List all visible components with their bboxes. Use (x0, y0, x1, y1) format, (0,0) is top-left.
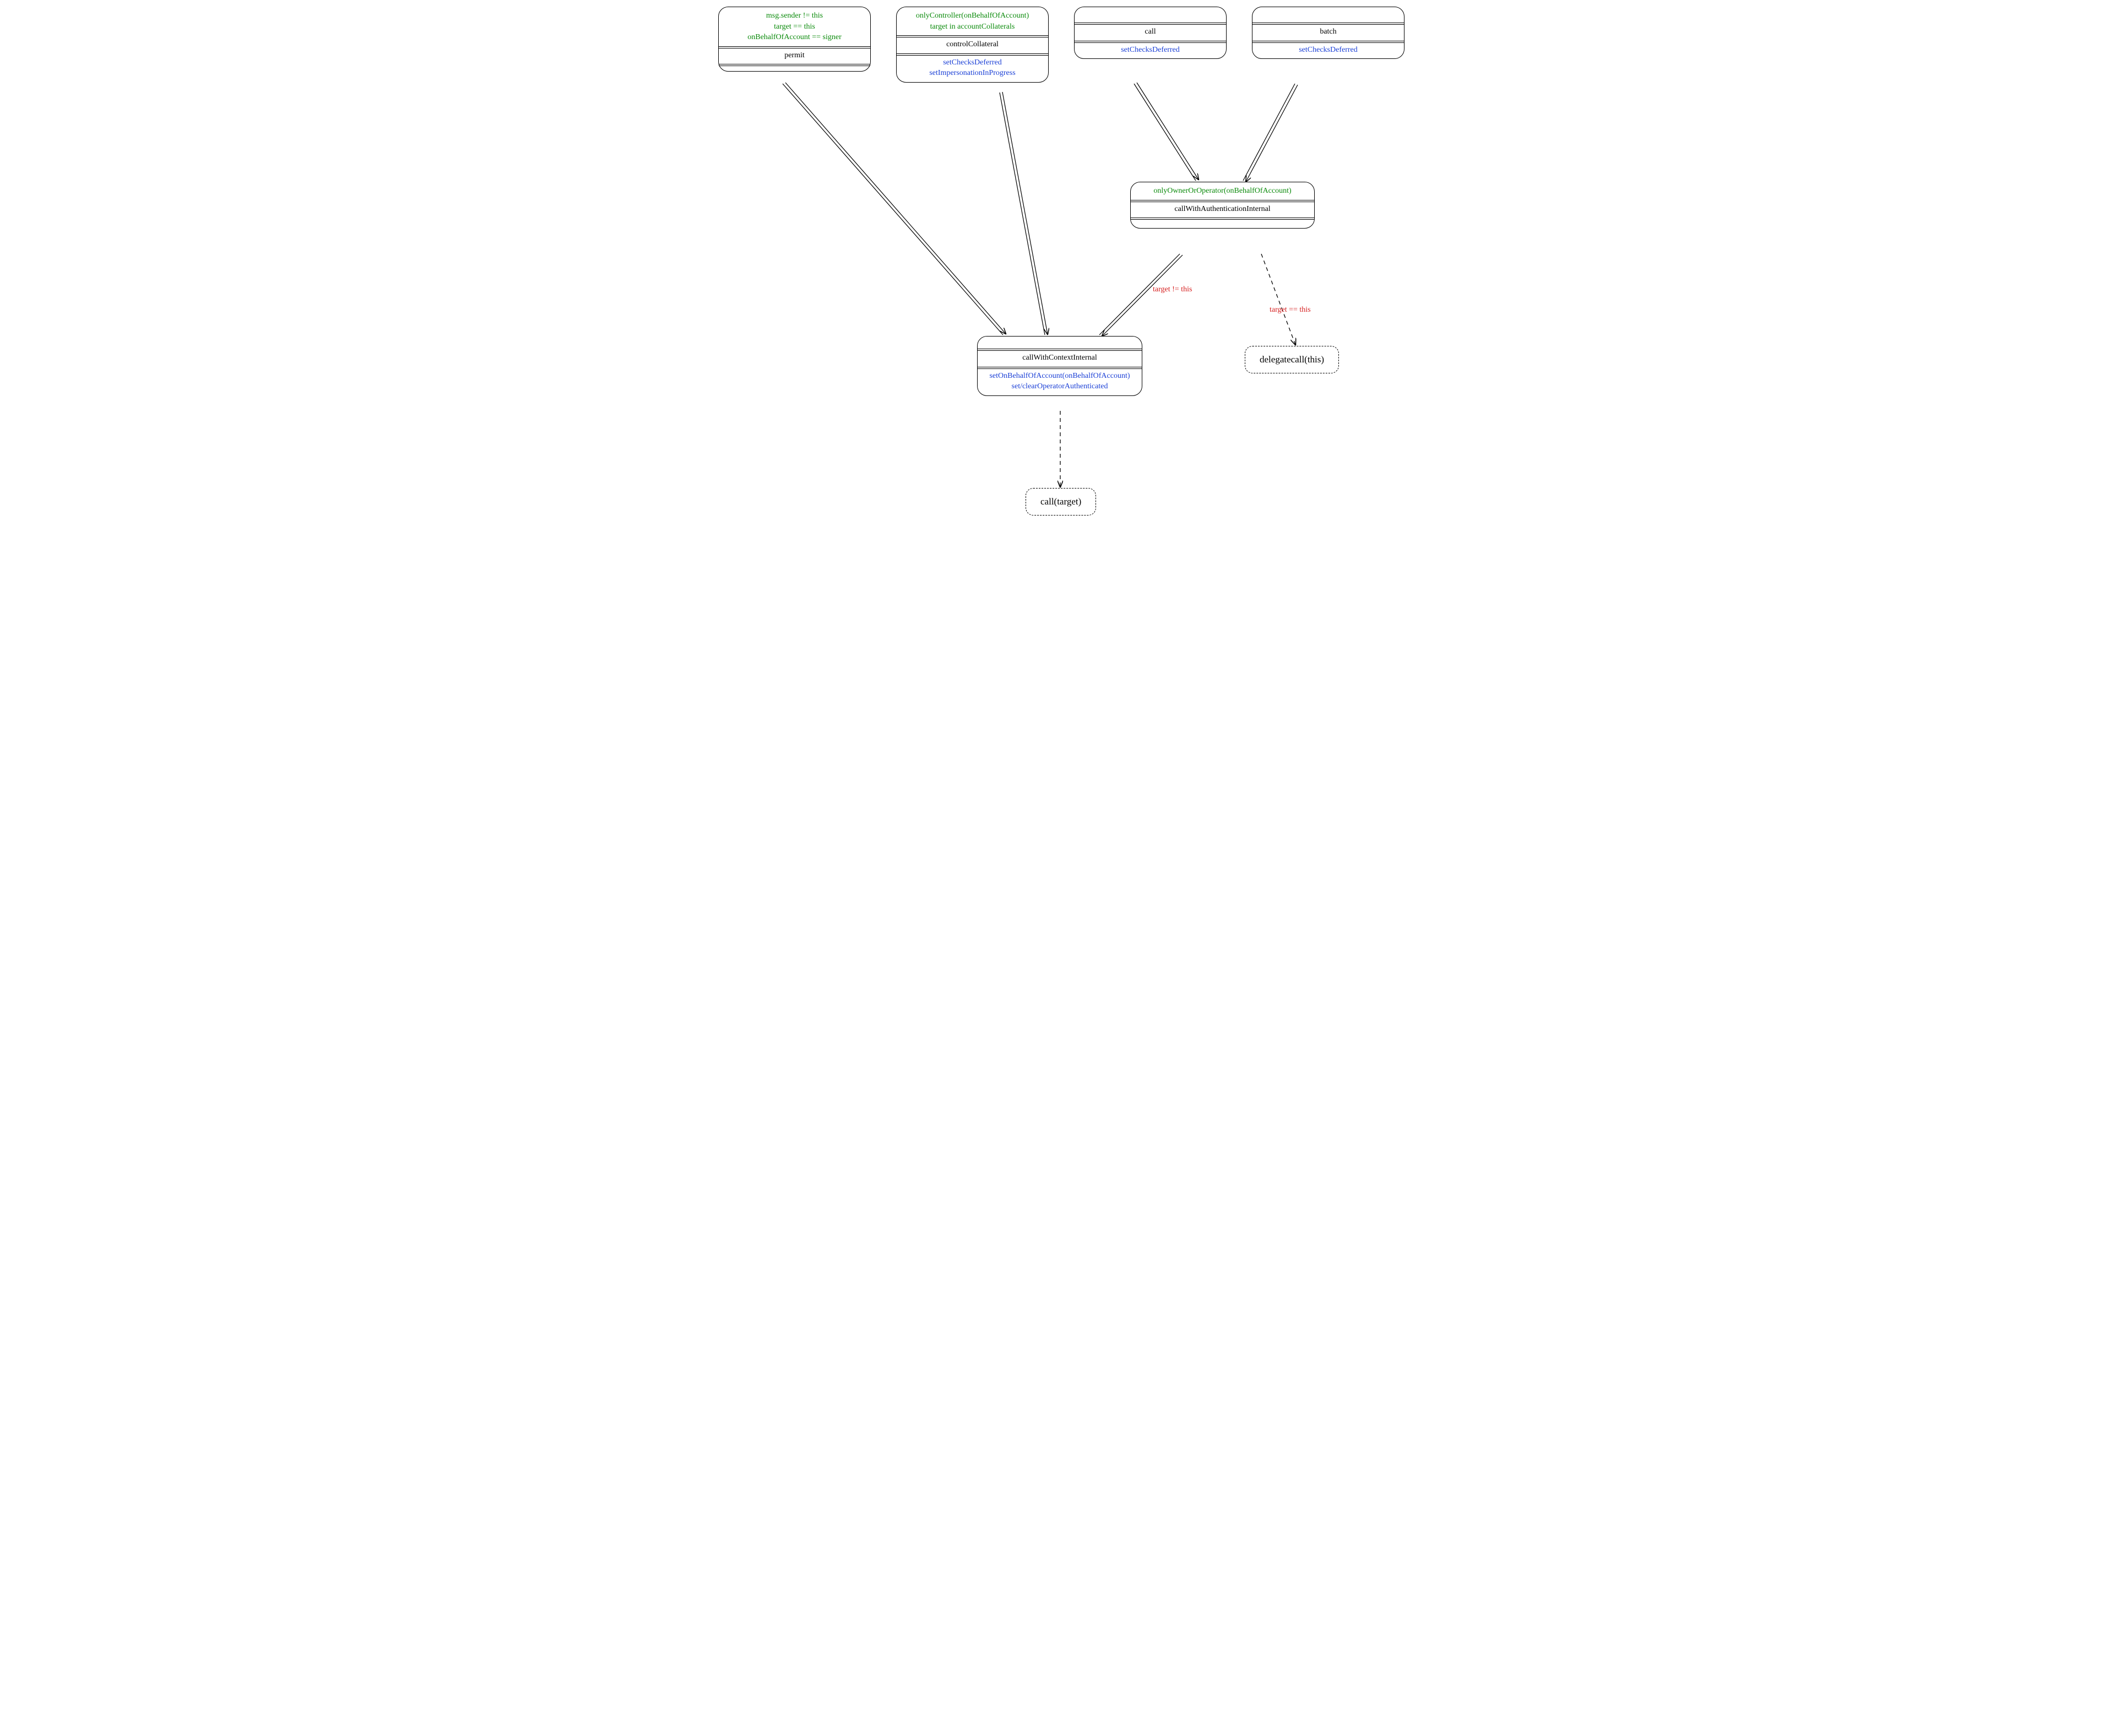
node-call-with-auth: onlyOwnerOrOperator(onBehalfOfAccount) c… (1130, 182, 1315, 229)
diagram-canvas: msg.sender != this target == this onBeha… (705, 0, 1410, 579)
node-call-post: setChecksDeferred (1075, 41, 1226, 59)
post-line: setOnBehalfOfAccount(onBehalfOfAccount) (983, 371, 1136, 382)
pre-line: onlyOwnerOrOperator(onBehalfOfAccount) (1136, 186, 1309, 197)
pre-line: msg.sender != this (724, 10, 865, 21)
terminal-label: delegatecall(this) (1260, 354, 1324, 365)
node-call-title: call (1075, 23, 1226, 41)
terminal-label: call(target) (1040, 496, 1081, 507)
edge-label-target-neq: target != this (1153, 285, 1192, 294)
post-line: setImpersonationInProgress (902, 68, 1043, 79)
node-batch-pre (1252, 7, 1404, 23)
node-auth-title: callWithAuthenticationInternal (1131, 200, 1314, 218)
post-line: setChecksDeferred (1080, 45, 1221, 56)
node-control-collateral: onlyController(onBehalfOfAccount) target… (896, 7, 1049, 83)
edge-permit-to-context (783, 83, 1006, 335)
pre-line: onBehalfOfAccount == signer (724, 32, 865, 43)
node-permit: msg.sender != this target == this onBeha… (718, 7, 871, 72)
terminal-delegatecall: delegatecall(this) (1245, 346, 1339, 373)
post-line: setChecksDeferred (1258, 45, 1398, 56)
node-batch: batch setChecksDeferred (1252, 7, 1404, 59)
node-context-pre (978, 337, 1142, 349)
edge-auth-to-context (1099, 254, 1183, 336)
node-control-pre: onlyController(onBehalfOfAccount) target… (897, 7, 1048, 35)
terminal-call-target: call(target) (1026, 488, 1096, 516)
edge-control-to-context (1000, 92, 1048, 335)
node-call-with-context: callWithContextInternal setOnBehalfOfAcc… (977, 336, 1142, 396)
node-permit-title: permit (719, 47, 870, 64)
edge-auth-to-delegate (1261, 254, 1295, 345)
post-line: setChecksDeferred (902, 57, 1043, 68)
pre-line: onlyController(onBehalfOfAccount) (902, 10, 1043, 21)
post-line: set/clearOperatorAuthenticated (983, 381, 1136, 392)
node-call-pre (1075, 7, 1226, 23)
node-call: call setChecksDeferred (1074, 7, 1227, 59)
node-context-post: setOnBehalfOfAccount(onBehalfOfAccount) … (978, 367, 1142, 395)
pre-line: target in accountCollaterals (902, 21, 1043, 32)
node-control-title: controlCollateral (897, 36, 1048, 53)
edge-call-to-auth (1134, 83, 1198, 181)
edge-label-target-eq: target == this (1270, 306, 1311, 314)
node-batch-title: batch (1252, 23, 1404, 41)
node-permit-pre: msg.sender != this target == this onBeha… (719, 7, 870, 46)
edge-batch-to-auth (1243, 84, 1298, 182)
node-context-title: callWithContextInternal (978, 349, 1142, 367)
pre-line: target == this (724, 21, 865, 32)
node-control-post: setChecksDeferred setImpersonationInProg… (897, 54, 1048, 82)
node-batch-post: setChecksDeferred (1252, 41, 1404, 59)
node-auth-pre: onlyOwnerOrOperator(onBehalfOfAccount) (1131, 182, 1314, 200)
